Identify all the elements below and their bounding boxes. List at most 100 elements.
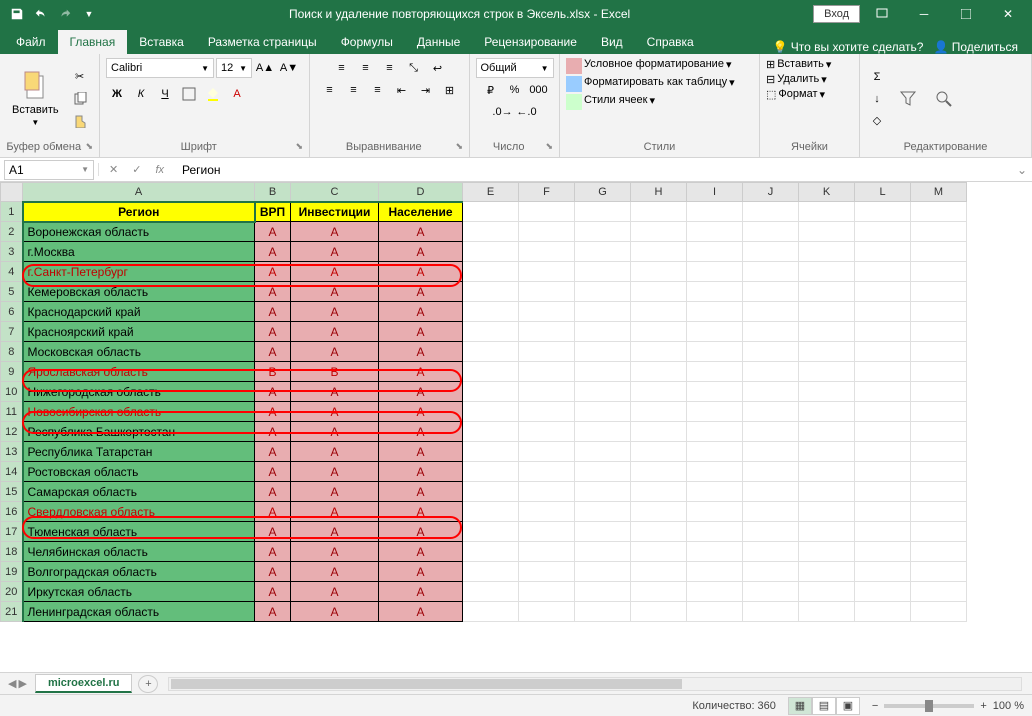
copy-icon[interactable] xyxy=(69,89,91,109)
qat-customize-icon[interactable]: ▼ xyxy=(78,3,100,25)
align-bottom-icon[interactable]: ≡ xyxy=(379,58,401,78)
cell[interactable]: A xyxy=(291,302,379,322)
row-header[interactable]: 14 xyxy=(1,462,23,482)
row-header[interactable]: 2 xyxy=(1,222,23,242)
cell[interactable]: A xyxy=(379,482,463,502)
cell[interactable]: A xyxy=(255,322,291,342)
decrease-font-icon[interactable]: A▼ xyxy=(278,58,300,78)
column-header[interactable]: E xyxy=(463,183,519,202)
cell[interactable]: Республика Татарстан xyxy=(23,442,255,462)
column-header[interactable]: C xyxy=(291,183,379,202)
tab-формулы[interactable]: Формулы xyxy=(329,30,405,54)
column-header[interactable]: H xyxy=(631,183,687,202)
cell[interactable]: A xyxy=(379,602,463,622)
cell[interactable]: A xyxy=(291,442,379,462)
row-header[interactable]: 21 xyxy=(1,602,23,622)
column-header[interactable]: J xyxy=(743,183,799,202)
zoom-level[interactable]: 100 % xyxy=(993,700,1024,712)
cell[interactable]: Свердловская область xyxy=(23,502,255,522)
cell[interactable]: A xyxy=(291,522,379,542)
cell[interactable]: A xyxy=(291,262,379,282)
column-header[interactable]: K xyxy=(799,183,855,202)
conditional-formatting-button[interactable]: Условное форматирование ▾ xyxy=(566,58,731,74)
orientation-icon[interactable]: ⤡ xyxy=(403,58,425,78)
redo-icon[interactable] xyxy=(54,3,76,25)
cell[interactable]: Воронежская область xyxy=(23,222,255,242)
cell[interactable]: A xyxy=(379,282,463,302)
align-right-icon[interactable]: ≡ xyxy=(367,80,389,100)
new-sheet-button[interactable]: + xyxy=(138,675,158,693)
cell[interactable]: A xyxy=(255,522,291,542)
header-cell[interactable]: Регион xyxy=(23,202,255,222)
clear-icon[interactable]: ◇ xyxy=(866,111,888,131)
cell[interactable]: Челябинская область xyxy=(23,542,255,562)
cell[interactable]: A xyxy=(255,422,291,442)
cell[interactable]: A xyxy=(291,462,379,482)
column-header[interactable]: A xyxy=(23,183,255,202)
zoom-out-button[interactable]: − xyxy=(872,700,878,712)
increase-decimal-icon[interactable]: .0→ xyxy=(492,102,514,122)
increase-font-icon[interactable]: A▲ xyxy=(254,58,276,78)
cell[interactable]: Московская область xyxy=(23,342,255,362)
cell[interactable]: A xyxy=(291,502,379,522)
cell[interactable]: Ленинградская область xyxy=(23,602,255,622)
cell[interactable]: A xyxy=(379,262,463,282)
clipboard-launcher-icon[interactable]: ⬊ xyxy=(85,141,93,152)
cancel-formula-icon[interactable]: ✕ xyxy=(105,163,122,176)
cell[interactable]: A xyxy=(291,422,379,442)
row-header[interactable]: 9 xyxy=(1,362,23,382)
tab-справка[interactable]: Справка xyxy=(635,30,706,54)
cell[interactable]: A xyxy=(379,522,463,542)
row-header[interactable]: 10 xyxy=(1,382,23,402)
cell[interactable]: A xyxy=(255,462,291,482)
cell[interactable]: Республика Башкортостан xyxy=(23,422,255,442)
align-left-icon[interactable]: ≡ xyxy=(319,80,341,100)
increase-indent-icon[interactable]: ⇥ xyxy=(415,80,437,100)
cell-styles-button[interactable]: Стили ячеек ▾ xyxy=(566,94,655,110)
cell[interactable]: A xyxy=(379,422,463,442)
row-header[interactable]: 1 xyxy=(1,202,23,222)
horizontal-scrollbar[interactable] xyxy=(168,677,1022,691)
italic-button[interactable]: К xyxy=(130,84,152,104)
cell[interactable]: A xyxy=(255,542,291,562)
cell[interactable]: A xyxy=(255,342,291,362)
formula-input[interactable] xyxy=(174,163,1012,177)
row-header[interactable]: 6 xyxy=(1,302,23,322)
cell[interactable]: A xyxy=(291,562,379,582)
cell[interactable]: A xyxy=(255,382,291,402)
number-format-combo[interactable]: Общий▼ xyxy=(476,58,554,78)
cell[interactable]: Иркутская область xyxy=(23,582,255,602)
zoom-slider[interactable] xyxy=(884,704,974,708)
row-header[interactable]: 4 xyxy=(1,262,23,282)
cell[interactable]: A xyxy=(379,542,463,562)
cell[interactable]: A xyxy=(255,602,291,622)
cell[interactable]: Кемеровская область xyxy=(23,282,255,302)
cell[interactable]: A xyxy=(255,502,291,522)
cell[interactable]: A xyxy=(379,342,463,362)
cell[interactable]: A xyxy=(379,462,463,482)
comma-icon[interactable]: 000 xyxy=(528,80,550,100)
close-icon[interactable]: ✕ xyxy=(988,0,1028,28)
format-as-table-button[interactable]: Форматировать как таблицу ▾ xyxy=(566,76,735,92)
row-header[interactable]: 7 xyxy=(1,322,23,342)
name-box[interactable]: A1▼ xyxy=(4,160,94,180)
tell-me-button[interactable]: 💡 Что вы хотите сделать? xyxy=(773,40,924,54)
cell[interactable]: A xyxy=(255,282,291,302)
cell[interactable]: г.Москва xyxy=(23,242,255,262)
cell[interactable]: A xyxy=(255,442,291,462)
tab-данные[interactable]: Данные xyxy=(405,30,472,54)
column-header[interactable]: M xyxy=(911,183,967,202)
cell[interactable]: Волгоградская область xyxy=(23,562,255,582)
borders-icon[interactable] xyxy=(178,84,200,104)
column-header[interactable]: I xyxy=(687,183,743,202)
row-header[interactable]: 18 xyxy=(1,542,23,562)
fill-icon[interactable]: ↓ xyxy=(866,89,888,109)
currency-icon[interactable]: ₽ xyxy=(480,80,502,100)
wrap-text-icon[interactable]: ↩ xyxy=(427,58,449,78)
fx-icon[interactable]: fx xyxy=(151,164,168,176)
cell[interactable]: A xyxy=(291,342,379,362)
column-header[interactable]: D xyxy=(379,183,463,202)
tab-вставка[interactable]: Вставка xyxy=(127,30,196,54)
sheet-nav-next-icon[interactable]: ▶ xyxy=(18,677,26,690)
font-name-combo[interactable]: Calibri ▼ xyxy=(106,58,214,78)
